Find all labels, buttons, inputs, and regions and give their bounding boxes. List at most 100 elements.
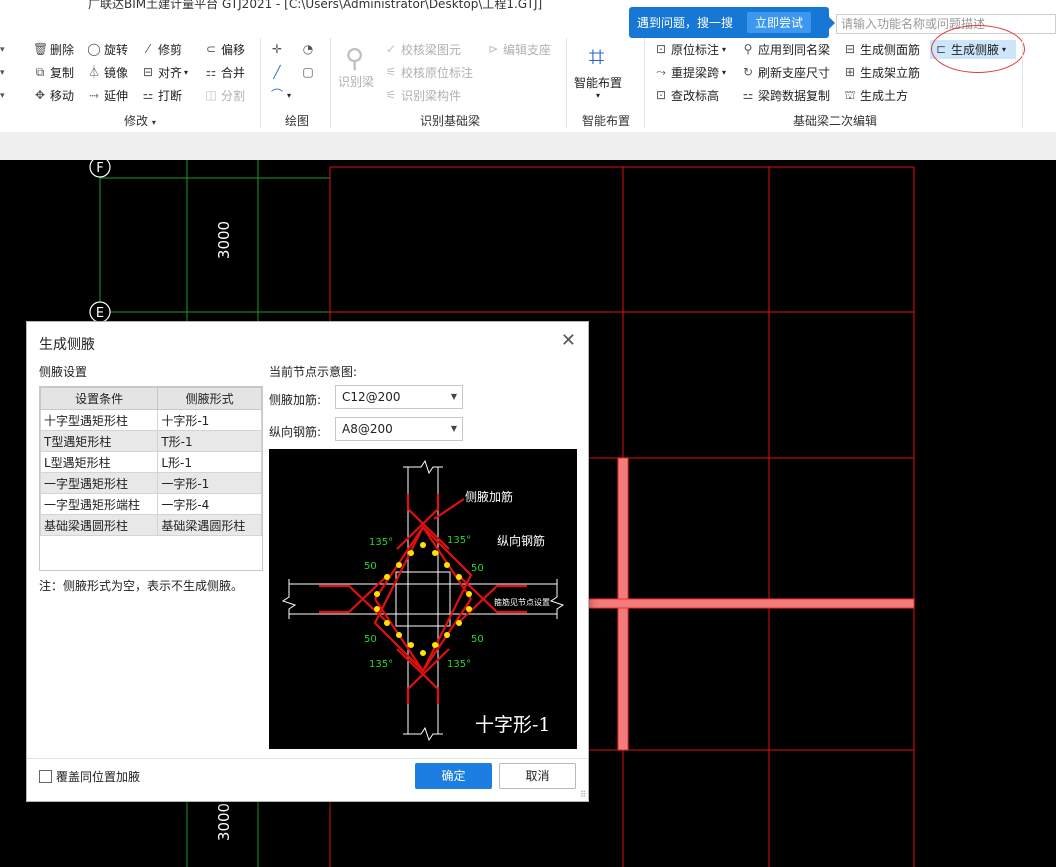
identify-member-button[interactable]: ⚟ 识别梁构件 xyxy=(384,86,461,104)
generate-side-bar-button[interactable]: ⊟ 生成侧面筋 xyxy=(843,40,920,58)
draw-rect-button[interactable]: ▢ xyxy=(301,63,318,81)
edit-support-button[interactable]: ⊳ 编辑支座 xyxy=(486,40,551,58)
try-now-button[interactable]: 立即尝试 xyxy=(747,12,812,33)
check-icon: ✓ xyxy=(385,42,397,56)
partial-item-2[interactable]: ▾ xyxy=(0,64,5,82)
separator xyxy=(644,38,645,128)
hint-banner: 遇到问题，搜一搜 立即尝试 xyxy=(629,7,835,38)
merge-button[interactable]: ⚏ 合并 xyxy=(204,63,245,81)
crosshair-icon: ✛ xyxy=(271,42,283,56)
partial-item-1[interactable]: ▾ xyxy=(0,41,5,59)
dialog-title: 生成侧腋 xyxy=(39,337,95,353)
axis-label-f: F xyxy=(96,161,103,176)
re-extract-span-button[interactable]: ⤳ 重提梁跨 ▾ xyxy=(654,63,726,81)
draw-line-button[interactable]: ╱ xyxy=(270,63,287,81)
cancel-button[interactable]: 取消 xyxy=(499,763,576,789)
check-annotation-button[interactable]: ⚟ 校核原位标注 xyxy=(384,63,473,81)
trim-button[interactable]: ⁄ 修剪 xyxy=(141,40,182,58)
draw-arc-button[interactable]: ⌒ ▾ xyxy=(270,86,291,104)
copy-data-icon: ⚍ xyxy=(742,88,754,102)
chevron-down-icon: ▼ xyxy=(450,392,457,401)
delete-button[interactable]: 🗑 删除 xyxy=(33,40,74,58)
rotate-icon: ◯ xyxy=(87,42,101,56)
break-button[interactable]: ⚍ 打断 xyxy=(141,86,182,104)
offset-button[interactable]: ⊂ 偏移 xyxy=(204,40,245,58)
divider xyxy=(27,758,588,759)
delete-icon: 🗑 xyxy=(33,42,49,56)
draw-circle-button[interactable]: ◔ xyxy=(301,40,318,58)
table-row[interactable]: 一字型遇矩形柱 一字形-1 xyxy=(40,472,262,494)
merge-icon: ⚏ xyxy=(205,65,217,79)
draw-point-button[interactable]: ✛ xyxy=(270,40,287,58)
node-preview-label: 当前节点示意图: xyxy=(269,365,358,379)
generate-erect-bar-button[interactable]: ⊞ 生成架立筋 xyxy=(843,63,920,81)
rotate-button[interactable]: ◯ 旋转 xyxy=(87,40,128,58)
table-row[interactable]: 基础梁遇圆形柱 基础梁遇圆形柱 xyxy=(40,514,262,536)
copy-icon: ⧉ xyxy=(35,65,45,79)
extend-icon: ⤑ xyxy=(89,88,99,102)
resize-grip-icon[interactable]: ⠿ xyxy=(580,790,586,799)
align-button[interactable]: ⊟ 对齐 ▾ xyxy=(141,63,188,81)
angle-top-right: 135° xyxy=(447,535,471,546)
align-icon: ⊟ xyxy=(142,65,154,79)
angle-bottom-right: 135° xyxy=(447,659,471,670)
refresh-icon: ↻ xyxy=(742,65,754,79)
column-header-form[interactable]: 侧腋形式 xyxy=(157,387,262,410)
trim-icon: ⁄ xyxy=(146,42,149,56)
angle-top-left: 135° xyxy=(369,537,393,548)
column-header-condition[interactable]: 设置条件 xyxy=(40,387,159,410)
move-icon: ✥ xyxy=(34,88,46,102)
earthwork-icon: ⛫ xyxy=(844,88,856,102)
axis-label-e: E xyxy=(96,306,104,321)
apply-icon: ⚲ xyxy=(743,42,753,56)
node-preview-diagram: 侧腋加筋 纵向钢筋 135° 135° 135° 135° 50 50 50 5… xyxy=(269,449,577,749)
overwrite-checkbox[interactable]: 覆盖同位置加腋 xyxy=(39,768,140,785)
rectangle-icon: ▢ xyxy=(302,65,314,79)
dist-bottom-right: 50 xyxy=(471,634,484,645)
haunch-settings-label: 侧腋设置 xyxy=(39,365,88,379)
annotation-icon: ⊡ xyxy=(655,42,667,56)
extend-button[interactable]: ⤑ 延伸 xyxy=(87,86,128,104)
refresh-support-button[interactable]: ↻ 刷新支座尺寸 xyxy=(741,63,830,81)
apply-same-name-button[interactable]: ⚲ 应用到同名梁 xyxy=(741,40,830,58)
table-row[interactable]: L型遇矩形柱 L形-1 xyxy=(40,451,262,473)
in-place-annotation-button[interactable]: ⊡ 原位标注 ▾ xyxy=(654,40,726,58)
dimension-bottom: 3000 xyxy=(215,803,233,841)
table-row[interactable]: T型遇矩形柱 T形-1 xyxy=(40,430,262,452)
split-button[interactable]: ◫ 分割 xyxy=(204,86,245,104)
ok-button[interactable]: 确定 xyxy=(415,763,492,789)
label-haunch-rebar: 侧腋加筋 xyxy=(465,489,513,504)
separator xyxy=(1022,38,1023,128)
check-beam-button[interactable]: ✓ 校核梁图元 xyxy=(384,40,461,58)
identify-beam-button[interactable]: ⚲ 识别梁 xyxy=(338,40,374,90)
separator xyxy=(566,38,567,128)
copy-span-data-button[interactable]: ⚍ 梁跨数据复制 xyxy=(741,86,830,104)
haunch-rebar-select[interactable]: C12@200 ▼ xyxy=(335,385,463,409)
move-button[interactable]: ✥ 移动 xyxy=(33,86,74,104)
check-annotation-icon: ⚟ xyxy=(385,65,397,79)
mirror-button[interactable]: ⏃ 镜像 xyxy=(87,63,128,81)
smart-layout-button[interactable]: ⌗ 智能布置 ▾ xyxy=(574,40,622,104)
line-icon: ╱ xyxy=(273,65,281,79)
longitudinal-rebar-label: 纵向钢筋: xyxy=(269,425,322,439)
generate-earthwork-button[interactable]: ⛫ 生成土方 xyxy=(843,86,908,104)
identify-beam-icon: ⚲ xyxy=(344,44,365,74)
hint-text: 遇到问题，搜一搜 xyxy=(637,16,734,30)
check-elevation-button[interactable]: ⊡ 查改标高 xyxy=(654,86,719,104)
close-icon[interactable]: ✕ xyxy=(561,330,576,351)
longitudinal-rebar-select[interactable]: A8@200 ▼ xyxy=(335,417,463,441)
ribbon-footer xyxy=(0,132,1056,160)
dist-top-right: 50 xyxy=(471,563,484,574)
elevation-icon: ⊡ xyxy=(655,88,667,102)
separator xyxy=(260,38,261,128)
group-label-edit2: 基础梁二次编辑 xyxy=(793,114,878,128)
table-row[interactable]: 一字型遇矩形端柱 一字形-4 xyxy=(40,493,262,515)
checkbox-box[interactable] xyxy=(39,770,52,783)
copy-button[interactable]: ⧉ 复制 xyxy=(33,63,74,81)
table-row[interactable]: 十字型遇矩形柱 十字形-1 xyxy=(40,409,262,431)
beam-horizontal xyxy=(585,598,915,609)
stirrup-note: 箍筋见节点设置 xyxy=(494,597,550,607)
window-title: 广联达BIM土建计量平台 GTJ2021 - [C:\Users\Adminis… xyxy=(88,0,543,11)
identify-member-icon: ⚟ xyxy=(385,88,397,102)
partial-item-3[interactable]: ▾ xyxy=(0,87,5,105)
